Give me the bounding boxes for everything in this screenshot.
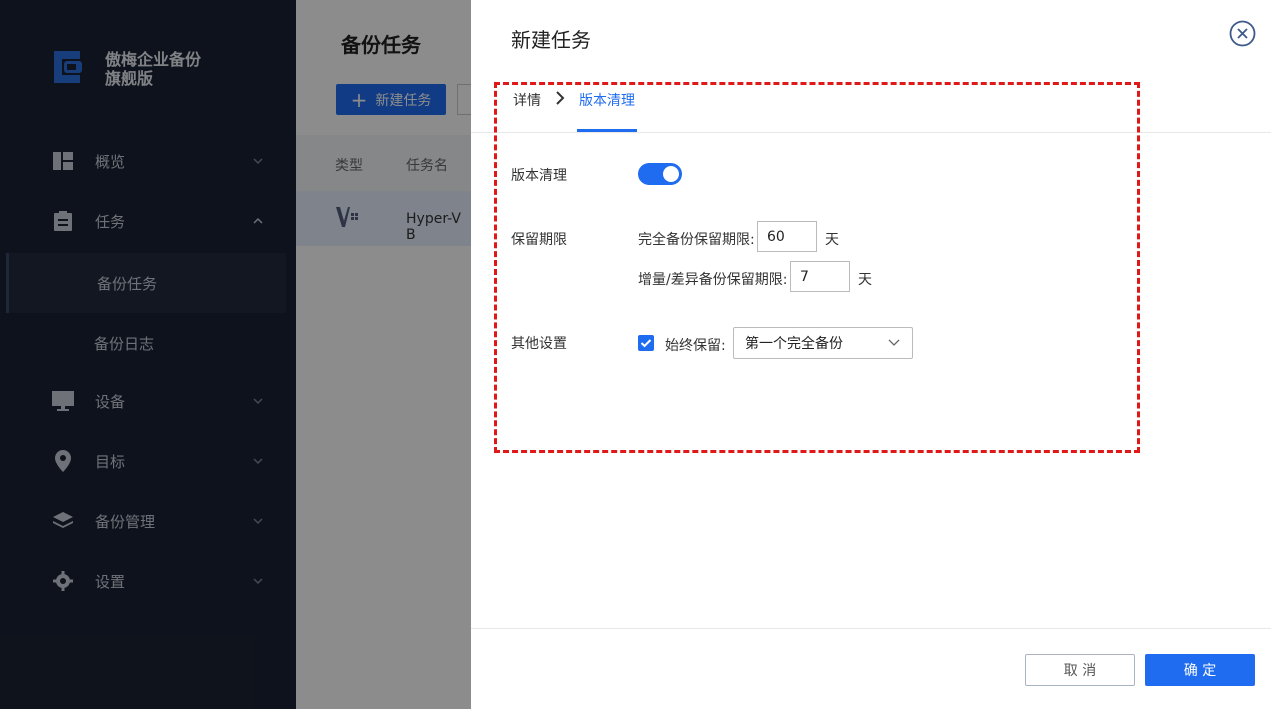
always-keep-label: 始终保留: [665, 338, 726, 354]
active-step-indicator [577, 129, 637, 132]
drawer-title: 新建任务 [511, 28, 591, 52]
full-backup-retention-label: 完全备份保留期限: [638, 232, 755, 248]
check-icon [640, 339, 652, 348]
always-keep-selected-value: 第一个完全备份 [745, 336, 843, 352]
chevron-right-icon [556, 91, 565, 105]
other-settings-label: 其他设置 [511, 336, 567, 352]
new-task-drawer: 新建任务 详情 版本清理 版本清理 保留期限 完全备份保留期限: 60 天 增量… [471, 0, 1271, 709]
breadcrumb-step-details[interactable]: 详情 [513, 90, 541, 110]
incremental-retention-input[interactable]: 7 [790, 261, 850, 292]
version-cleanup-toggle[interactable] [638, 163, 682, 185]
breadcrumb-step-version-cleanup[interactable]: 版本清理 [579, 90, 635, 110]
incremental-unit: 天 [858, 272, 872, 288]
close-icon[interactable] [1229, 20, 1256, 47]
cancel-button[interactable]: 取 消 [1025, 654, 1135, 686]
version-cleanup-label: 版本清理 [511, 168, 567, 184]
always-keep-select[interactable]: 第一个完全备份 [733, 327, 913, 359]
toggle-knob [663, 166, 679, 182]
full-backup-unit: 天 [825, 232, 839, 248]
retention-label: 保留期限 [511, 232, 567, 248]
full-backup-retention-input[interactable]: 60 [757, 221, 817, 252]
breadcrumb: 详情 版本清理 [471, 80, 1271, 133]
incremental-retention-label: 增量/差异备份保留期限: [638, 272, 788, 288]
always-keep-checkbox[interactable] [638, 335, 654, 351]
modal-overlay[interactable] [0, 0, 471, 709]
chevron-down-icon [888, 339, 900, 346]
confirm-button[interactable]: 确 定 [1145, 654, 1255, 686]
